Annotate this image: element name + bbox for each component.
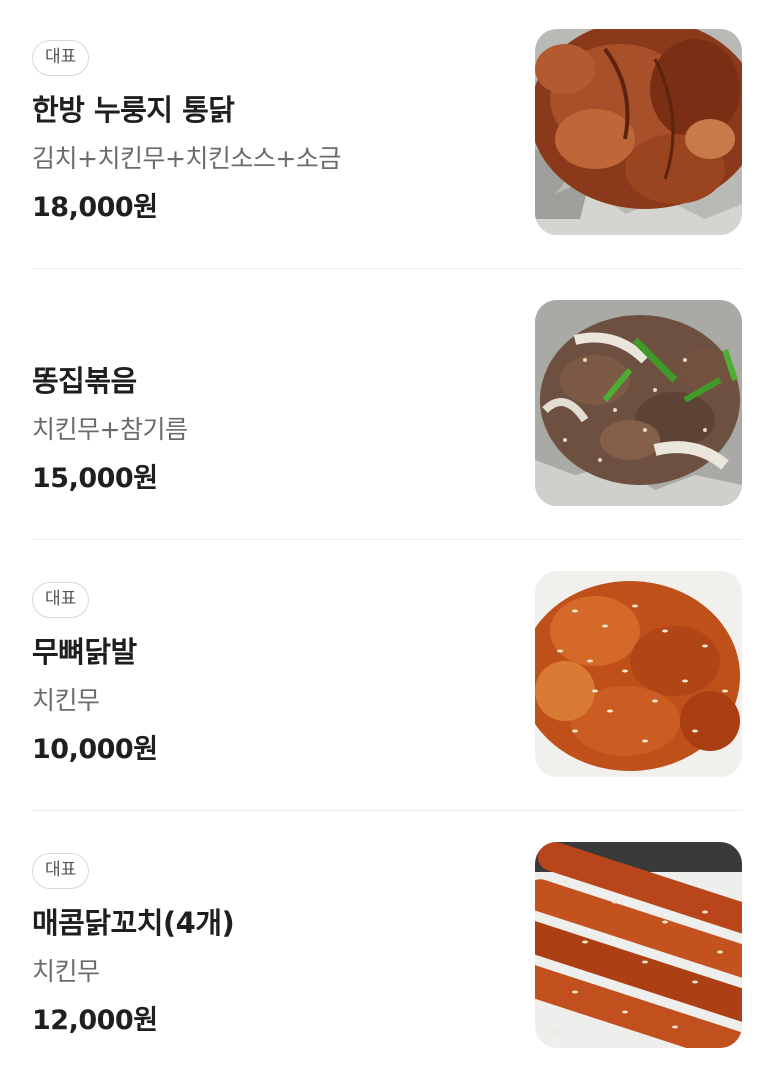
menu-item[interactable]: 대표 매콤닭꼬치(4개) 치킨무 12,000원	[32, 842, 742, 1048]
signature-badge: 대표	[32, 40, 90, 76]
menu-item-name: 똥집볶음	[32, 364, 137, 398]
menu-item-price: 15,000원	[32, 463, 158, 494]
menu-item-description: 치킨무	[32, 686, 100, 715]
menu-item-description: 치킨무	[32, 957, 100, 986]
stir-fried-gizzard-photo[interactable]	[535, 300, 742, 506]
spicy-chicken-skewers-photo[interactable]	[535, 842, 742, 1048]
menu-item-price: 18,000원	[32, 192, 158, 223]
menu-item-price: 12,000원	[32, 1005, 158, 1036]
menu-item-name: 매콤닭꼬치(4개)	[32, 906, 235, 940]
divider	[32, 810, 742, 811]
boneless-chicken-feet-photo[interactable]	[535, 571, 742, 777]
divider	[32, 539, 742, 540]
menu-item-price: 10,000원	[32, 734, 158, 765]
menu-item[interactable]: 대표 무뼈닭발 치킨무 10,000원	[32, 571, 742, 777]
roast-chicken-photo[interactable]	[535, 29, 742, 235]
menu-list: 대표 한방 누룽지 통닭 김치+치킨무+치킨소스+소금 18,000원 똥집볶음…	[0, 0, 773, 1086]
signature-badge: 대표	[32, 582, 90, 618]
menu-item[interactable]: 대표 한방 누룽지 통닭 김치+치킨무+치킨소스+소금 18,000원	[32, 29, 742, 235]
divider	[32, 268, 742, 269]
menu-item-description: 김치+치킨무+치킨소스+소금	[32, 144, 341, 173]
menu-item-name: 무뼈닭발	[32, 635, 137, 669]
menu-item-name: 한방 누룽지 통닭	[32, 93, 235, 127]
signature-badge: 대표	[32, 853, 90, 889]
menu-item[interactable]: 똥집볶음 치킨무+참기름 15,000원	[32, 300, 742, 506]
menu-item-description: 치킨무+참기름	[32, 415, 188, 444]
